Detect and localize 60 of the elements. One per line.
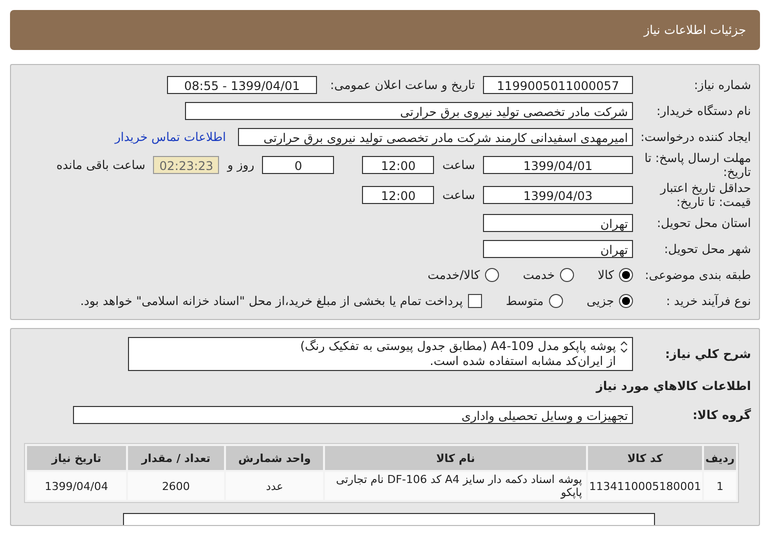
table-cell: 1134110005180001: [588, 472, 702, 500]
table-cell: عدد: [226, 472, 324, 500]
contact-link[interactable]: اطلاعات تماس خریدار: [114, 130, 226, 144]
table-cell: 1399/04/04: [27, 472, 126, 500]
field-label: حداقل تاریخ اعتبار قیمت: تا تاریخ:: [658, 181, 751, 209]
province-field: تهران: [483, 214, 633, 232]
column-header: ردیف: [704, 446, 736, 470]
field-label: مهلت ارسال پاسخ: تا تاریخ:: [643, 151, 751, 179]
radio-label: خدمت: [522, 268, 555, 282]
radio-button[interactable]: [548, 294, 563, 308]
column-header: واحد شمارش: [226, 446, 324, 470]
field-label: شرح کلي نياز:: [664, 347, 751, 361]
radio-label: کالا/خدمت: [428, 268, 480, 282]
field-label: استان محل تحویل:: [656, 216, 751, 230]
date-field: 1399/04/01: [483, 156, 633, 174]
radio-label: جزیی: [586, 294, 614, 308]
announce-date-field: 1399/04/01 - 08:55: [167, 76, 317, 94]
checkbox[interactable]: [468, 294, 482, 308]
days-label: روز و: [227, 158, 254, 172]
field-label: شهر محل تحویل:: [663, 242, 751, 256]
section-title: اطلاعات کالاهاي مورد نياز: [594, 379, 751, 393]
radio-label: کالا: [598, 268, 614, 282]
column-header: کد کالا: [588, 446, 702, 470]
requester-field: امیرمهدی اسفیدانی کارمند شرکت مادر تخصصی تولید نیروی برق حرارتی: [238, 128, 633, 146]
column-header: تاریخ نیاز: [27, 446, 126, 470]
description-line: پوشه پاپکو مدل A4-109 (مطابق جدول پیوستی به تفکیک رنگ): [300, 339, 616, 354]
field-label: نام دستگاه خریدار:: [656, 104, 751, 118]
scroll-arrows-icon[interactable]: [620, 341, 628, 353]
radio-label: متوسط: [506, 294, 544, 308]
column-header: تعداد / مقدار: [128, 446, 224, 470]
radio-button[interactable]: [560, 268, 574, 282]
days-field: 0: [262, 156, 334, 174]
radio-button[interactable]: [619, 294, 633, 308]
time-label: ساعت: [442, 188, 475, 202]
field-label: طبقه بندی موضوعی:: [644, 268, 751, 282]
description-line: از ایران‌کد مشابه استفاده شده است.: [428, 354, 616, 369]
goods-group-field: تجهیزات و وسایل تحصیلی واداری: [73, 406, 633, 424]
buyer-field: شرکت مادر تخصصی تولید نیروی برق حرارتی: [185, 102, 633, 120]
time-field: 12:00: [362, 156, 434, 174]
remaining-label: ساعت باقی مانده: [56, 158, 146, 172]
table-cell: 2600: [128, 472, 224, 500]
checkbox-label: پرداخت تمام یا بخشی از مبلغ خرید،از محل "اسناد خزانه اسلامی" خواهد بود.: [80, 294, 463, 308]
column-header: نام کالا: [325, 446, 586, 470]
field-label: گروه کالا:: [692, 408, 751, 422]
radio-button[interactable]: [484, 268, 499, 282]
time-field: 12:00: [362, 186, 434, 204]
field-label: تاریخ و ساعت اعلان عمومی:: [329, 78, 475, 92]
field-label: نوع فرآیند خرید :: [665, 294, 751, 308]
radio-button[interactable]: [619, 268, 633, 282]
table-cell: پوشه اسناد دکمه دار سایز A4 کد DF-106 نام تجارتی پاپکو: [325, 472, 586, 500]
date-field: 1399/04/03: [483, 186, 633, 204]
time-label: ساعت: [442, 158, 475, 172]
page-title: جزئیات اطلاعات نیاز: [644, 23, 746, 37]
city-field: تهران: [483, 240, 633, 258]
table-cell: 1: [704, 472, 736, 500]
field-label: شماره نیاز:: [693, 78, 751, 92]
field-label: ایجاد کننده درخواست:: [639, 130, 751, 144]
countdown-field: 02:23:23: [153, 156, 220, 174]
description-textarea[interactable]: پوشه پاپکو مدل A4-109 (مطابق جدول پیوستی به تفکیک رنگ) از ایران‌کد مشابه استفاده شده است.: [128, 337, 633, 371]
need-number-field: 1199005011000057: [483, 76, 633, 94]
